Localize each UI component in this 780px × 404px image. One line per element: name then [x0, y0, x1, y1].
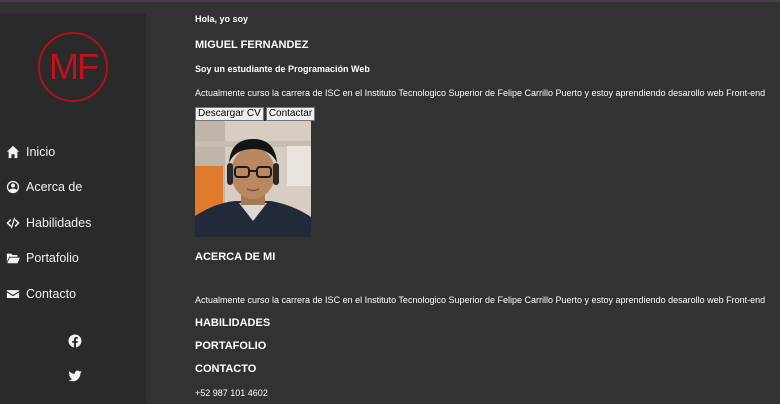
nav-item-portafolio[interactable]: Portafolio	[6, 241, 91, 277]
contact-heading: CONTACTO	[195, 363, 257, 375]
hero-description: Actualmente curso la carrera de ISC en e…	[195, 88, 766, 98]
nav-label: Contacto	[26, 286, 77, 301]
nav-item-contacto[interactable]: Contacto	[6, 276, 91, 312]
envelope-icon	[6, 289, 20, 298]
twitter-link[interactable]	[68, 369, 82, 388]
contact-phone: +52 987 101 4602	[195, 388, 268, 398]
facebook-icon	[68, 334, 82, 348]
nav-item-acerca-de[interactable]: Acerca de	[6, 170, 91, 206]
contact-button[interactable]: Contactar	[265, 107, 316, 121]
skills-heading: HABILIDADES	[195, 317, 271, 329]
nav-label: Portafolio	[26, 251, 79, 266]
nav-label: Habilidades	[26, 215, 92, 230]
profile-photo-image	[195, 121, 311, 237]
sidebar: MF Inicio Acerca de Habilidades Portafol…	[0, 14, 146, 404]
twitter-icon	[68, 370, 82, 382]
download-cv-button[interactable]: Descargar CV	[195, 107, 264, 121]
facebook-link[interactable]	[68, 334, 82, 353]
window-top-border	[0, 0, 780, 2]
portfolio-heading: PORTAFOLIO	[195, 340, 267, 352]
logo: MF	[38, 32, 108, 102]
hero-actions: Descargar CV Contactar	[195, 107, 316, 121]
folder-open-icon	[6, 253, 20, 264]
about-heading: ACERCA DE MI	[195, 251, 276, 263]
nav-label: Acerca de	[26, 180, 83, 195]
profile-photo	[195, 121, 311, 237]
home-icon	[6, 145, 20, 158]
about-text: Actualmente curso la carrera de ISC en e…	[195, 295, 766, 305]
sidebar-nav: Inicio Acerca de Habilidades Portafolio …	[6, 134, 91, 312]
hero-subtitle: Soy un estudiante de Programación Web	[195, 64, 370, 74]
hero-name: MIGUEL FERNANDEZ	[195, 39, 309, 51]
nav-item-habilidades[interactable]: Habilidades	[6, 205, 91, 241]
logo-initials: MF	[49, 46, 99, 87]
nav-label: Inicio	[26, 144, 56, 159]
user-circle-icon	[6, 181, 20, 194]
code-icon	[6, 217, 20, 229]
hero-greeting: Hola, yo soy	[195, 14, 249, 24]
nav-item-inicio[interactable]: Inicio	[6, 134, 91, 170]
